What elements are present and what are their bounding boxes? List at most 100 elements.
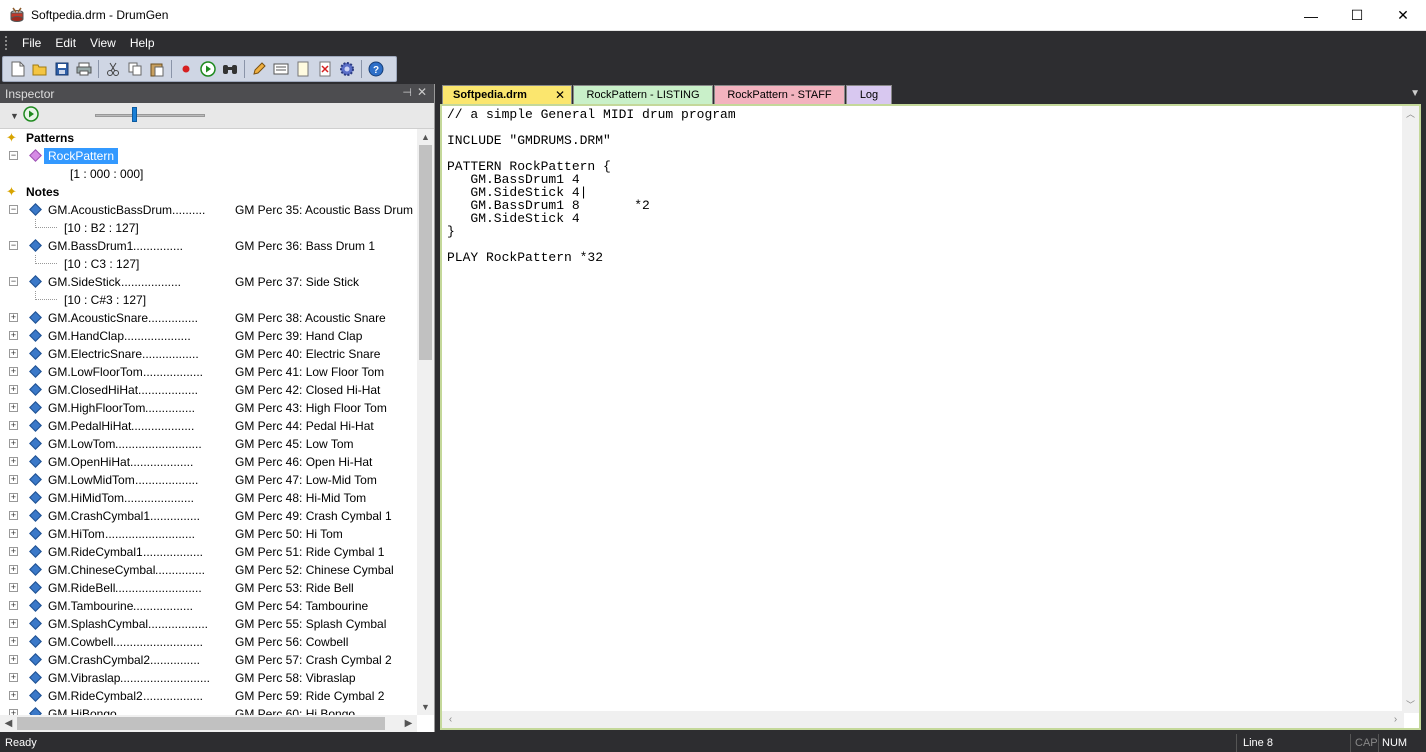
scroll-left-icon[interactable]: ◀ <box>0 715 17 732</box>
editor-vscrollbar[interactable]: ︿ ﹀ <box>1402 106 1419 713</box>
expand-icon[interactable]: + <box>9 511 18 520</box>
code-editor[interactable]: // a simple General MIDI drum program IN… <box>440 104 1421 730</box>
collapse-icon[interactable]: − <box>9 241 18 250</box>
expand-icon[interactable]: + <box>9 547 18 556</box>
tab-close-icon[interactable]: ✕ <box>555 86 565 104</box>
scroll-down-icon[interactable]: ▼ <box>417 699 434 715</box>
note-item[interactable]: + GM.ChineseCymbal ............... GM Perc… <box>0 561 417 579</box>
expand-icon[interactable]: + <box>9 421 18 430</box>
paste-icon[interactable] <box>146 58 168 80</box>
expand-icon[interactable]: + <box>9 439 18 448</box>
find-icon[interactable] <box>219 58 241 80</box>
expand-icon[interactable]: + <box>9 349 18 358</box>
note-item[interactable]: + GM.LowTom .......................... GM … <box>0 435 417 453</box>
note-item[interactable]: + GM.RideCymbal1 .................. GM Per… <box>0 543 417 561</box>
note-item[interactable]: + GM.HiTom ........................... GM … <box>0 525 417 543</box>
note-item[interactable]: + GM.CrashCymbal2 ............... GM Perc … <box>0 651 417 669</box>
code-text[interactable]: // a simple General MIDI drum program IN… <box>447 108 736 264</box>
collapse-icon[interactable]: − <box>9 205 18 214</box>
close-button[interactable]: ✕ <box>1380 0 1426 31</box>
note-item[interactable]: + GM.Tambourine .................. GM Perc… <box>0 597 417 615</box>
collapse-icon[interactable]: − <box>9 277 18 286</box>
cut-icon[interactable] <box>102 58 124 80</box>
note-item[interactable]: + GM.OpenHiHat ................... GM Perc… <box>0 453 417 471</box>
expand-icon[interactable]: + <box>9 475 18 484</box>
note-item[interactable]: + GM.AcousticSnare ............... GM Perc… <box>0 309 417 327</box>
expand-icon[interactable]: + <box>9 313 18 322</box>
expand-icon[interactable]: + <box>9 529 18 538</box>
tab-staff[interactable]: RockPattern - STAFF <box>714 85 845 104</box>
inspector-play-icon[interactable] <box>23 106 39 125</box>
note-item[interactable]: + GM.HandClap .................... GM Perc… <box>0 327 417 345</box>
scroll-thumb[interactable] <box>419 145 432 360</box>
note-item[interactable]: + GM.Cowbell ........................... G… <box>0 633 417 651</box>
tab-softpedia-drm[interactable]: Softpedia.drm ✕ <box>442 85 572 104</box>
note-item[interactable]: + GM.HiMidTom ..................... GM Per… <box>0 489 417 507</box>
expand-icon[interactable]: + <box>9 637 18 646</box>
expand-icon[interactable]: + <box>9 691 18 700</box>
menu-file[interactable]: File <box>15 31 48 55</box>
hscroll-thumb[interactable] <box>17 717 385 730</box>
pattern-name[interactable]: RockPattern <box>44 148 119 164</box>
expand-icon[interactable]: + <box>9 331 18 340</box>
note-item[interactable]: − GM.AcousticBassDrum .......... GM Perc 3… <box>0 201 417 219</box>
note-item[interactable]: + GM.LowFloorTom .................. GM Per… <box>0 363 417 381</box>
collapse-icon[interactable]: − <box>9 151 18 160</box>
settings-icon[interactable] <box>336 58 358 80</box>
tab-listing[interactable]: RockPattern - LISTING <box>573 85 713 104</box>
note-item[interactable]: + GM.HiBongo .......................... GM… <box>0 705 417 715</box>
inspector-vscrollbar[interactable]: ▲ ▼ <box>417 129 434 715</box>
expand-icon[interactable]: + <box>9 385 18 394</box>
note-item[interactable]: + GM.LowMidTom ................... GM Perc… <box>0 471 417 489</box>
expand-icon[interactable]: + <box>9 601 18 610</box>
note-item[interactable]: + GM.RideBell .......................... G… <box>0 579 417 597</box>
expand-icon[interactable]: + <box>9 619 18 628</box>
volume-slider[interactable] <box>95 114 205 117</box>
notes-section[interactable]: ✦ Notes <box>0 183 417 201</box>
note-item[interactable]: + GM.ClosedHiHat .................. GM Per… <box>0 381 417 399</box>
inspector-close-icon[interactable]: ✕ <box>417 85 427 99</box>
tab-list-dropdown-icon[interactable]: ▼ <box>1410 88 1420 99</box>
record-icon[interactable] <box>175 58 197 80</box>
menu-edit[interactable]: Edit <box>48 31 83 55</box>
note-item[interactable]: − GM.SideStick .................. GM Perc … <box>0 273 417 291</box>
page-icon[interactable] <box>292 58 314 80</box>
scroll-right-icon[interactable]: ▶ <box>400 715 417 732</box>
expand-icon[interactable]: + <box>9 457 18 466</box>
note-item[interactable]: + GM.Vibraslap ..........................… <box>0 669 417 687</box>
edit-pencil-icon[interactable] <box>248 58 270 80</box>
help-icon[interactable]: ? <box>365 58 387 80</box>
expand-icon[interactable]: + <box>9 655 18 664</box>
save-icon[interactable] <box>51 58 73 80</box>
delete-icon[interactable] <box>314 58 336 80</box>
scroll-right-icon[interactable]: › <box>1387 711 1404 728</box>
minimize-button[interactable]: — <box>1288 0 1334 31</box>
menu-help[interactable]: Help <box>123 31 162 55</box>
scroll-up-icon[interactable]: ▲ <box>417 129 434 145</box>
pattern-item[interactable]: − RockPattern <box>0 147 417 165</box>
print-icon[interactable] <box>73 58 95 80</box>
note-item[interactable]: + GM.RideCymbal2 .................. GM Per… <box>0 687 417 705</box>
patterns-section[interactable]: ✦ Patterns <box>0 129 417 147</box>
expand-icon[interactable]: + <box>9 673 18 682</box>
note-item[interactable]: − GM.BassDrum1 ............... GM Perc 36:… <box>0 237 417 255</box>
pin-icon[interactable]: ⊣ <box>402 86 412 99</box>
note-item[interactable]: + GM.ElectricSnare ................. GM Pe… <box>0 345 417 363</box>
expand-icon[interactable]: + <box>9 403 18 412</box>
maximize-button[interactable]: ☐ <box>1334 0 1380 31</box>
note-item[interactable]: + GM.HighFloorTom ............... GM Perc … <box>0 399 417 417</box>
scroll-down-icon[interactable]: ﹀ <box>1402 697 1419 713</box>
menu-view[interactable]: View <box>83 31 123 55</box>
expand-icon[interactable]: + <box>9 493 18 502</box>
inspector-hscrollbar[interactable]: ◀ ▶ <box>0 715 417 732</box>
scroll-left-icon[interactable]: ‹ <box>442 711 459 728</box>
new-file-icon[interactable] <box>7 58 29 80</box>
expand-icon[interactable]: + <box>9 565 18 574</box>
note-item[interactable]: + GM.SplashCymbal .................. GM Pe… <box>0 615 417 633</box>
editor-hscrollbar[interactable]: ‹ › <box>442 711 1404 728</box>
copy-icon[interactable] <box>124 58 146 80</box>
tab-log[interactable]: Log <box>846 85 892 104</box>
expand-icon[interactable]: + <box>9 583 18 592</box>
note-item[interactable]: + GM.PedalHiHat ................... GM Per… <box>0 417 417 435</box>
properties-icon[interactable] <box>270 58 292 80</box>
